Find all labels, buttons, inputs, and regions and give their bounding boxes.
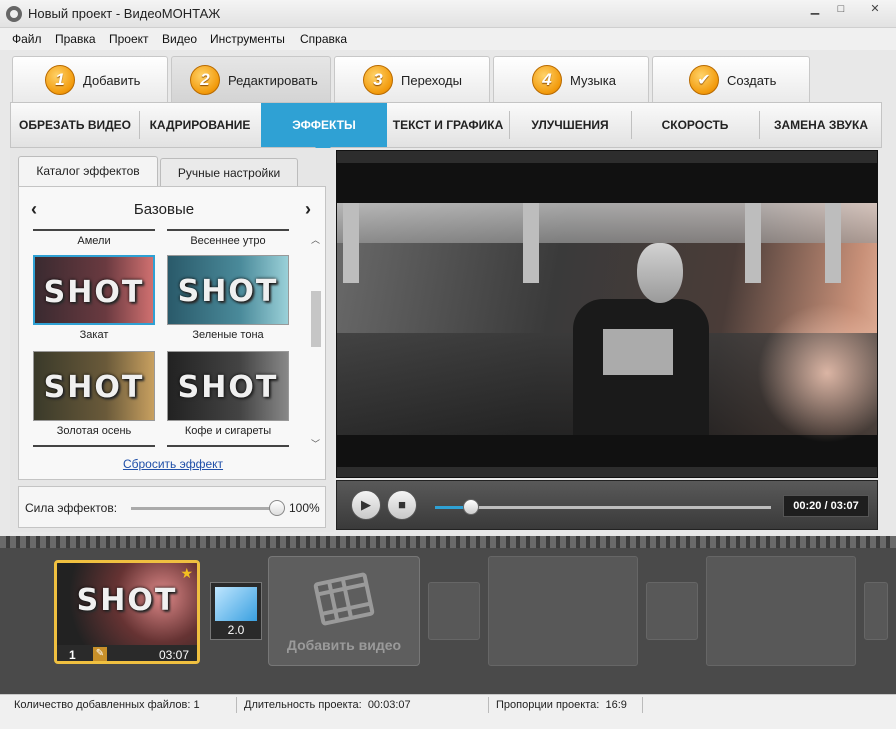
strength-value: 100%: [289, 501, 320, 515]
transition-thumbnail: [215, 587, 257, 621]
status-aspect: Пропорции проекта: 16:9: [496, 699, 627, 711]
scroll-down-icon[interactable]: ﹀: [311, 437, 320, 450]
subtab-text-graphics[interactable]: ТЕКСТ И ГРАФИКА: [389, 103, 507, 147]
effects-catalog: ‹ Базовые › Амели Весеннее утро SHOT Зак…: [18, 186, 326, 480]
tab-number-badge: 3: [363, 65, 393, 95]
subtab-effects[interactable]: ЭФФЕКТЫ: [261, 103, 387, 147]
tab-add[interactable]: 1 Добавить: [12, 56, 168, 102]
effect-label: Амели: [77, 235, 111, 247]
empty-transition-slot: [646, 582, 698, 640]
add-video-label: Добавить видео: [286, 637, 402, 653]
scroll-thumb[interactable]: [311, 291, 321, 347]
minimize-icon[interactable]: ▁: [802, 0, 828, 18]
effect-thumbnail: SHOT: [33, 351, 155, 421]
subtab-replace-audio[interactable]: ЗАМЕНА ЗВУКА: [761, 103, 881, 147]
transition-duration: 2.0: [227, 623, 245, 637]
playback-position-handle[interactable]: [462, 499, 479, 515]
timeline: SHOT ★ 1 ✎ 03:07 2.0 Добавить видео: [0, 536, 896, 694]
video-image: [337, 203, 877, 443]
tab-effects-catalog[interactable]: Каталог эффектов: [18, 156, 158, 186]
play-icon: ▶: [361, 497, 371, 512]
effect-strength-control: Сила эффектов: 100%: [18, 486, 326, 528]
clip-index: 1: [69, 648, 76, 662]
subtab-enhancements[interactable]: УЛУЧШЕНИЯ: [511, 103, 629, 147]
tab-label: Добавить: [83, 73, 141, 88]
add-video-button[interactable]: Добавить видео: [268, 556, 420, 666]
tab-create[interactable]: ✔ Создать: [652, 56, 810, 102]
subtab-trim[interactable]: ОБРЕЗАТЬ ВИДЕО: [13, 103, 137, 147]
effect-label: Кофе и сигареты: [184, 425, 272, 437]
subtab-crop[interactable]: КАДРИРОВАНИЕ: [141, 103, 259, 147]
title-bar: Новый проект - ВидеоМОНТАЖ ▁ □ ✕: [0, 0, 896, 28]
tab-music[interactable]: 4 Музыка: [493, 56, 649, 102]
effect-label: Золотая осень: [56, 425, 132, 437]
window-title: Новый проект - ВидеоМОНТАЖ: [28, 6, 221, 21]
effects-panel: Каталог эффектов Ручные настройки ‹ Базо…: [10, 148, 334, 532]
edit-sub-tabs: ОБРЕЗАТЬ ВИДЕО КАДРИРОВАНИЕ ЭФФЕКТЫ ТЕКС…: [10, 102, 882, 148]
effect-label: Весеннее утро: [190, 235, 266, 247]
empty-transition-slot: [428, 582, 480, 640]
close-icon[interactable]: ✕: [854, 0, 896, 18]
empty-transition-slot: [864, 582, 888, 640]
reset-effect-link[interactable]: Сбросить эффект: [19, 457, 327, 471]
stop-button[interactable]: ■: [387, 490, 417, 520]
tab-number-badge: 2: [190, 65, 220, 95]
effect-label: Зеленые тона: [192, 329, 264, 341]
timeline-transition[interactable]: 2.0: [210, 582, 262, 640]
status-bar: Количество добавленных файлов: 1 Длитель…: [0, 694, 896, 729]
effect-thumbnail: SHOT: [167, 351, 289, 421]
tab-number-badge: 4: [532, 65, 562, 95]
clip-footer: 1 ✎ 03:07: [57, 645, 197, 662]
effect-label: Закат: [79, 329, 109, 341]
player-controls: ▶ ■ 00:20 / 03:07: [336, 480, 878, 530]
video-frame: [337, 163, 877, 467]
strength-slider-track[interactable]: [131, 507, 277, 510]
tab-label: Переходы: [401, 73, 462, 88]
menu-video[interactable]: Видео: [162, 32, 197, 46]
next-category-button[interactable]: ›: [305, 199, 311, 220]
play-button[interactable]: ▶: [351, 490, 381, 520]
star-icon: ★: [180, 565, 193, 581]
menu-tools[interactable]: Инструменты: [210, 32, 285, 46]
menu-help[interactable]: Справка: [300, 32, 347, 46]
maximize-icon[interactable]: □: [828, 0, 854, 18]
check-icon: ✔: [689, 65, 719, 95]
subtab-speed[interactable]: СКОРОСТЬ: [633, 103, 757, 147]
pencil-icon[interactable]: ✎: [93, 647, 107, 661]
menu-edit[interactable]: Правка: [55, 32, 96, 46]
tab-manual-settings[interactable]: Ручные настройки: [160, 158, 298, 186]
status-files-count: Количество добавленных файлов: 1: [14, 699, 200, 711]
empty-clip-slot: [488, 556, 638, 666]
tab-label: Музыка: [570, 73, 616, 88]
tab-edit[interactable]: 2 Редактировать: [171, 56, 331, 102]
tab-label: Редактировать: [228, 73, 318, 88]
menu-file[interactable]: Файл: [12, 32, 42, 46]
main-tabs: 1 Добавить 2 Редактировать 3 Переходы 4 …: [0, 50, 896, 102]
effect-thumbnail: SHOT: [167, 255, 289, 325]
clip-thumbnail: SHOT: [57, 563, 197, 645]
menu-bar: Файл Правка Проект Видео Инструменты Спр…: [0, 28, 896, 50]
time-display: 00:20 / 03:07: [783, 495, 869, 517]
film-icon: [313, 572, 375, 626]
effects-scrollbar[interactable]: ︿ ﹀: [309, 233, 323, 449]
timeline-clip[interactable]: SHOT ★ 1 ✎ 03:07: [54, 560, 200, 664]
clip-duration: 03:07: [158, 648, 189, 662]
stop-icon: ■: [398, 497, 406, 512]
strength-slider-handle[interactable]: [269, 500, 285, 516]
effect-thumbnail: SHOT: [33, 255, 155, 325]
app-reel-icon: [6, 6, 22, 22]
scroll-up-icon[interactable]: ︿: [311, 233, 320, 246]
film-strip-border: [0, 536, 896, 548]
status-duration: Длительность проекта: 00:03:07: [244, 699, 411, 711]
category-title: Базовые: [133, 201, 195, 218]
empty-clip-slot: [706, 556, 856, 666]
tab-label: Создать: [727, 73, 777, 88]
menu-project[interactable]: Проект: [109, 32, 149, 46]
tab-number-badge: 1: [45, 65, 75, 95]
video-preview: [336, 150, 878, 478]
strength-label: Сила эффектов:: [25, 501, 118, 515]
playback-progress-bar[interactable]: [435, 506, 771, 509]
tab-transitions[interactable]: 3 Переходы: [334, 56, 490, 102]
